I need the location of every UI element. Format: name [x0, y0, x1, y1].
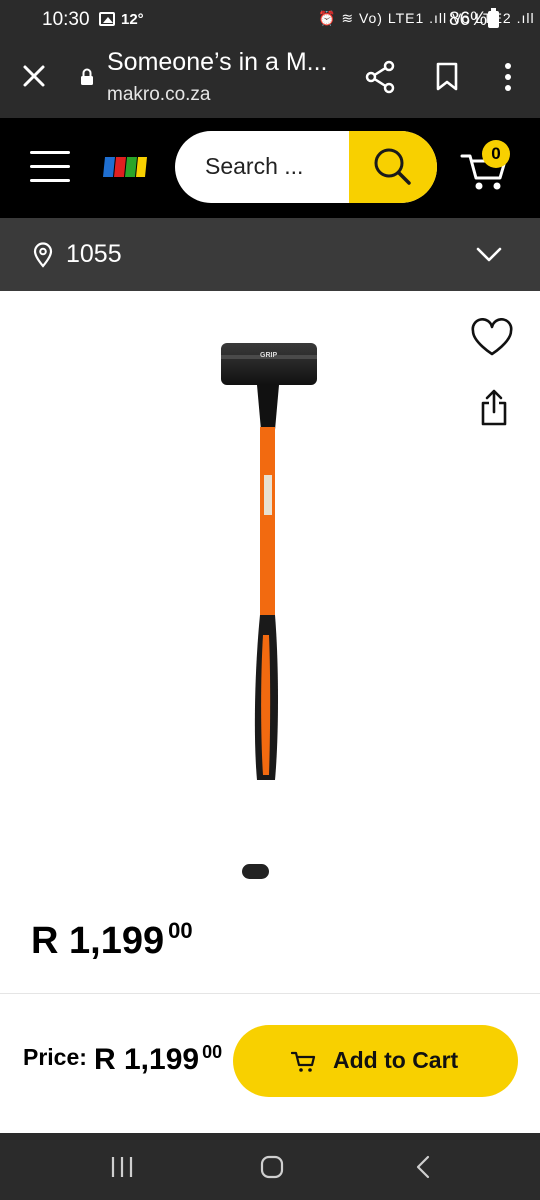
- battery-percent: 86%: [449, 9, 488, 30]
- gallery-notification-icon: [99, 12, 115, 26]
- location-pin-icon: [33, 242, 53, 268]
- product-image[interactable]: GRIP: [205, 335, 330, 790]
- home-icon[interactable]: [260, 1155, 284, 1179]
- page-url[interactable]: makro.co.za: [107, 84, 210, 106]
- share-icon[interactable]: [364, 60, 396, 94]
- search-button[interactable]: [349, 131, 437, 203]
- heart-icon[interactable]: [470, 318, 514, 358]
- more-vert-icon[interactable]: [498, 62, 518, 92]
- location-selector[interactable]: 1055: [0, 218, 540, 291]
- carousel-indicator[interactable]: [242, 864, 269, 879]
- search-input[interactable]: Search ...: [205, 153, 303, 180]
- location-code: 1055: [66, 240, 122, 268]
- page-title[interactable]: Someone’s in a M...: [107, 48, 327, 77]
- recents-icon[interactable]: [110, 1155, 134, 1179]
- close-icon[interactable]: [20, 62, 48, 90]
- back-icon[interactable]: [414, 1155, 432, 1179]
- action-bar-price: R 1,199 00: [94, 1042, 222, 1077]
- add-to-cart-button[interactable]: Add to Cart: [233, 1025, 518, 1097]
- price-integer: R 1,199: [31, 920, 165, 962]
- network-status-icons: ⏰ ≋ Vo) LTE1 .ıll Vo LTE2 .ıll: [318, 10, 535, 26]
- price-cents: 00: [168, 918, 193, 943]
- product-price: R 1,199 00: [31, 918, 193, 963]
- lock-icon: [81, 68, 93, 85]
- menu-icon[interactable]: [30, 151, 72, 183]
- site-header: Search ... 0: [0, 118, 540, 218]
- makro-logo[interactable]: [103, 155, 147, 179]
- search-bar[interactable]: Search ...: [175, 131, 437, 203]
- status-temperature: 12°: [121, 11, 144, 28]
- system-navigation-bar: [0, 1133, 540, 1200]
- divider: [0, 993, 540, 994]
- browser-toolbar: Someone’s in a M... makro.co.za: [0, 40, 540, 118]
- chevron-down-icon[interactable]: [475, 246, 503, 264]
- hammer-brand-text: GRIP: [260, 352, 277, 359]
- action-price-cents: 00: [202, 1042, 223, 1062]
- cart-icon: [291, 1051, 316, 1072]
- status-time: 10:30: [42, 9, 90, 30]
- action-price-integer: R 1,199: [94, 1043, 200, 1076]
- price-label: Price:: [23, 1044, 87, 1070]
- status-bar: 10:30 12° ⏰ ≋ Vo) LTE1 .ıll Vo LTE2 .ıll…: [0, 0, 540, 40]
- battery-icon: [488, 8, 499, 28]
- cart-count-badge: 0: [482, 140, 510, 168]
- add-to-cart-label: Add to Cart: [333, 1047, 459, 1073]
- search-icon: [374, 148, 411, 185]
- share-upload-icon[interactable]: [478, 388, 510, 428]
- bookmark-icon[interactable]: [435, 62, 459, 92]
